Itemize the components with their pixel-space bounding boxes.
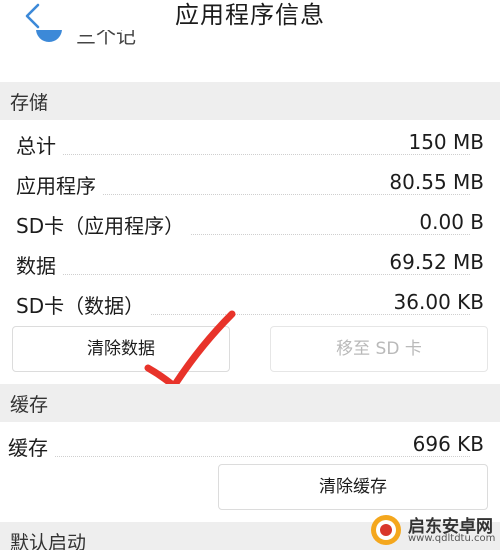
cache-row: 缓存 696 KB: [0, 426, 500, 466]
row-value: 150 MB: [404, 130, 484, 154]
row-divider: [30, 456, 470, 457]
row-value: 80.55 MB: [385, 170, 484, 194]
watermark-logo-icon: [371, 515, 401, 545]
section-title-cache: 缓存: [10, 394, 49, 416]
storage-row-sd-data: SD卡（数据） 36.00 KB: [0, 284, 500, 324]
row-value: 0.00 B: [415, 210, 484, 234]
storage-row-data: 数据 69.52 MB: [0, 244, 500, 284]
section-header-storage: 存储: [0, 82, 500, 120]
watermark: 启东安卓网 www.qdltdtu.com: [358, 510, 500, 550]
storage-row-sd-app: SD卡（应用程序） 0.00 B: [0, 204, 500, 244]
section-title-default-launch: 默认启动: [10, 532, 87, 550]
row-value: 69.52 MB: [385, 250, 484, 274]
row-label: SD卡（数据）: [16, 290, 151, 319]
section-header-cache: 缓存: [0, 384, 500, 422]
storage-row-app: 应用程序 80.55 MB: [0, 164, 500, 204]
radio-icon: [36, 30, 62, 42]
section-title-storage: 存储: [10, 92, 49, 114]
row-value: 36.00 KB: [389, 290, 484, 314]
row-label: 总计: [16, 130, 62, 159]
partial-list-item: 三个记: [0, 30, 500, 52]
clear-data-button[interactable]: 清除数据: [12, 326, 230, 372]
row-value: 696 KB: [408, 432, 484, 456]
storage-row-total: 总计 150 MB: [0, 124, 500, 164]
row-divider: [30, 274, 470, 275]
row-label: 应用程序: [16, 170, 102, 199]
row-label: 缓存: [8, 432, 54, 461]
watermark-url: www.qdltdtu.com: [408, 533, 496, 544]
row-divider: [30, 154, 470, 155]
page-title: 应用程序信息: [175, 1, 325, 29]
partial-item-label: 三个记: [76, 30, 136, 48]
row-label: SD卡（应用程序）: [16, 210, 191, 239]
clear-cache-button[interactable]: 清除缓存: [218, 464, 488, 510]
row-label: 数据: [16, 250, 62, 279]
move-to-sd-button[interactable]: 移至 SD 卡: [270, 326, 488, 372]
